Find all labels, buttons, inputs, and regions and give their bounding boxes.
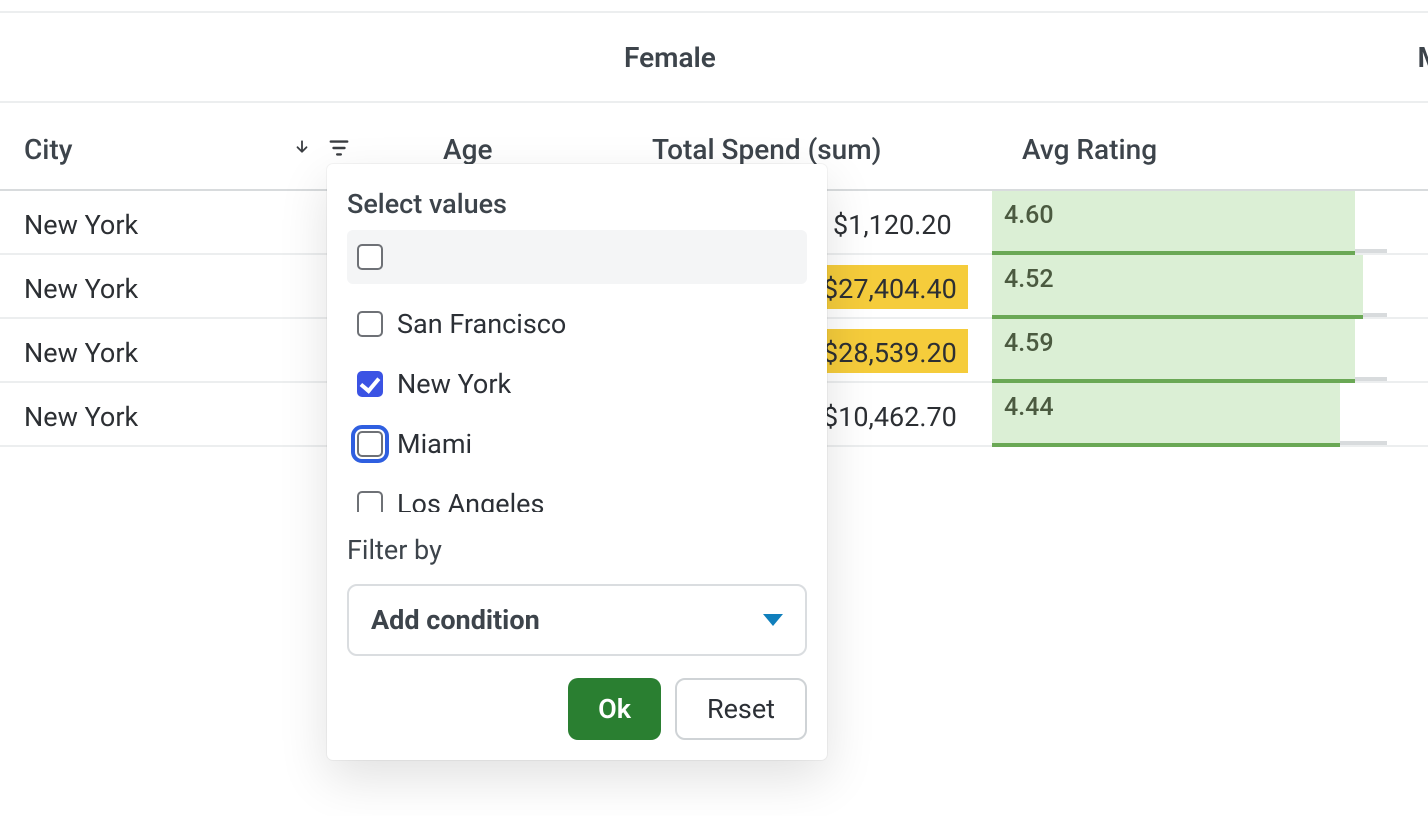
filter-option-label: New York bbox=[397, 368, 511, 400]
spend-value: $27,404.40 bbox=[823, 273, 957, 305]
group-header-female: Female bbox=[624, 41, 716, 74]
ok-button[interactable]: Ok bbox=[568, 678, 661, 740]
filter-by-title: Filter by bbox=[347, 534, 442, 566]
filter-option[interactable]: New York bbox=[347, 354, 807, 414]
rating-area: 4.59 bbox=[992, 319, 1387, 383]
group-header-row: Female M bbox=[0, 13, 1428, 103]
rating-value: 4.60 bbox=[1004, 201, 1054, 230]
filter-option-label: Miami bbox=[397, 428, 472, 460]
checkbox[interactable] bbox=[357, 311, 383, 337]
column-header-age[interactable]: Age bbox=[443, 133, 492, 166]
filter-option[interactable]: San Francisco bbox=[347, 294, 807, 354]
sort-desc-icon[interactable] bbox=[293, 137, 311, 159]
column-header-rating[interactable]: Avg Rating bbox=[1022, 133, 1157, 166]
group-header-right-peek: M bbox=[1418, 41, 1428, 74]
filter-option[interactable]: Miami bbox=[347, 414, 807, 474]
checkbox[interactable] bbox=[357, 244, 383, 270]
filter-search-row[interactable] bbox=[347, 230, 807, 284]
filter-option-label: San Francisco bbox=[397, 308, 566, 340]
caret-down-icon bbox=[763, 614, 783, 626]
select-values-title: Select values bbox=[347, 188, 507, 220]
spend-value: $10,462.70 bbox=[823, 401, 957, 433]
spend-value: $1,120.20 bbox=[833, 209, 952, 241]
rating-value: 4.59 bbox=[1004, 329, 1054, 358]
rating-area: 4.52 bbox=[992, 255, 1387, 319]
spend-value: $28,539.20 bbox=[823, 337, 957, 369]
add-condition-dropdown[interactable]: Add condition bbox=[347, 584, 807, 656]
checkbox[interactable] bbox=[357, 371, 383, 397]
rating-value: 4.44 bbox=[1004, 393, 1054, 422]
add-condition-label: Add condition bbox=[371, 604, 540, 636]
rating-value: 4.52 bbox=[1004, 265, 1054, 294]
filter-option[interactable]: Los Angeles bbox=[347, 474, 807, 512]
values-list: San Francisco New York Miami Los Angeles bbox=[347, 230, 807, 512]
checkbox[interactable] bbox=[357, 491, 383, 512]
filter-icon[interactable] bbox=[328, 137, 350, 159]
rating-area: 4.44 bbox=[992, 383, 1387, 447]
filter-popup: Select values San Francisco New York Miami… bbox=[327, 164, 827, 760]
filter-option-label: Los Angeles bbox=[397, 488, 544, 512]
column-header-spend[interactable]: Total Spend (sum) bbox=[652, 133, 881, 166]
rating-area: 4.60 bbox=[992, 191, 1387, 255]
checkbox[interactable] bbox=[357, 431, 383, 457]
reset-button[interactable]: Reset bbox=[675, 678, 807, 740]
column-header-city[interactable]: City bbox=[24, 133, 72, 166]
